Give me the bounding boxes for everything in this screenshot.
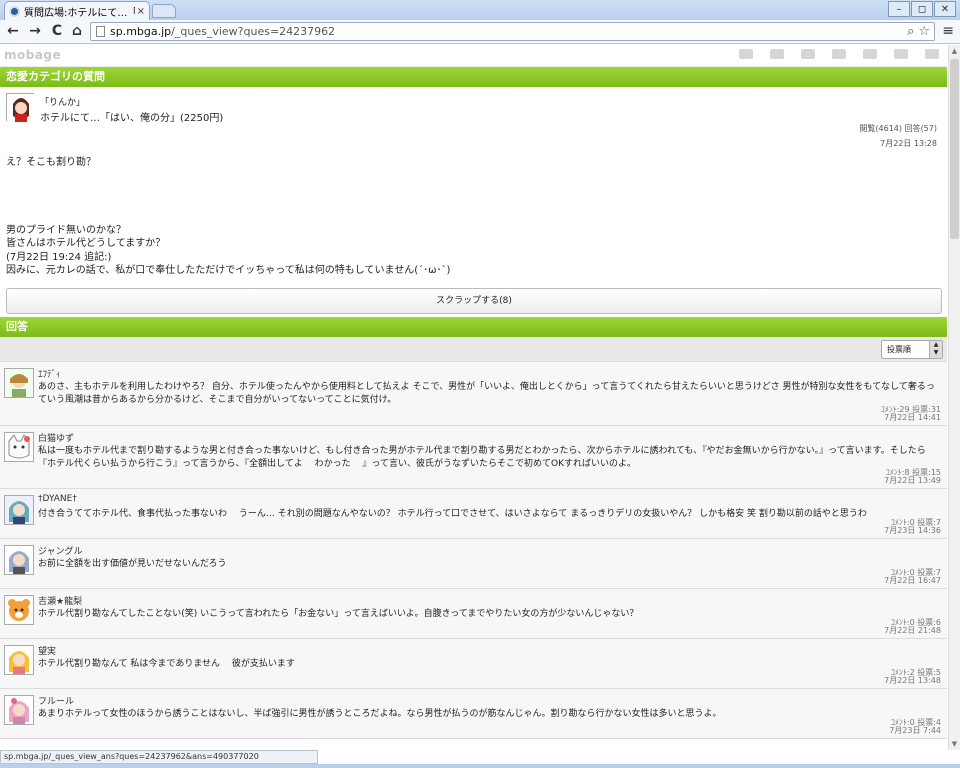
answer-text: あのさ、主もホテルを利用したわけやろ？ 自分、ホテル使ったんやから使用料として払… (38, 382, 935, 405)
avatar[interactable] (4, 368, 34, 398)
question-title: ホテルにて…「はい、俺の分」(2250円) (40, 113, 224, 124)
question-stats: 閲覧(4614) 回答(57) (859, 124, 937, 133)
answer-author[interactable]: 望実 (38, 644, 56, 657)
body-line: 男のプライド無いのかな？ (6, 224, 126, 236)
sort-select[interactable]: 投票順 ▲ ▼ (881, 340, 943, 359)
avatar[interactable] (4, 595, 34, 625)
avatar[interactable] (4, 432, 34, 462)
body-line: 皆さんはホテル代どうしてますか？ (6, 238, 166, 249)
answer-author[interactable]: ｴﾌﾃﾞｨ (38, 367, 61, 380)
game-icon[interactable] (863, 49, 877, 59)
book-icon[interactable] (832, 49, 846, 59)
answer-meta: ｺﾒﾝﾄ:0 投票:4 7月23日 7:44 (889, 718, 941, 735)
answer-author[interactable]: フルール (38, 694, 74, 707)
window-bottom-edge (0, 764, 960, 768)
window-titlebar: 質問広場:ホテルにて…「はい × – ◻ ✕ (0, 0, 960, 20)
body-line: え？そこも割り勘？ (6, 157, 96, 168)
body-line (6, 210, 450, 224)
browser-toolbar: ← → C ⌂ sp.mbga.jp/_ques_view?ques=24237… (0, 20, 960, 44)
browser-menu-icon[interactable]: ≡ (942, 23, 954, 39)
answer-item[interactable]: ジャングル お前に全額を出す価値が見いだせないんだろう ｺﾒﾝﾄ:0 投票:7 7… (0, 539, 947, 589)
answer-text: 付き合うててホテル代、食事代払った事ないわ うーん… それ別の問題なんやないの？… (38, 509, 867, 519)
car2-icon[interactable] (801, 49, 815, 59)
status-bar: sp.mbga.jp/_ques_view_ans?ques=24237962&… (0, 750, 318, 764)
sort-bar: 投票順 ▲ ▼ (0, 337, 947, 362)
page-icon (96, 26, 105, 37)
answer-text: ホテル代割り勘なんてしたことない(笑) いこうって言われたら「お金ない」って言え… (38, 609, 639, 619)
scroll-down-icon[interactable]: ▼ (949, 738, 960, 750)
scroll-thumb[interactable] (950, 59, 959, 239)
answer-text: ホテル代割り勘なんて 私は今までありません 彼が支払います (38, 659, 295, 669)
car-icon[interactable] (770, 49, 784, 59)
home-button[interactable]: ⌂ (68, 22, 86, 40)
body-line: 因みに、元カレの話で、私が口で奉仕したただけでイッちゃって私は何の特もしていませ… (6, 265, 451, 276)
page-content: mobage 恋愛カテゴリの質問 「りんか」 ホテルにて…「はい、俺の分」(22… (0, 45, 947, 750)
scroll-up-icon[interactable]: ▲ (949, 45, 960, 57)
answer-item[interactable]: †DYANE† 付き合うててホテル代、食事代払った事ないわ うーん… それ別の問… (0, 489, 947, 539)
answer-item[interactable]: 望実 ホテル代割り勘なんて 私は今までありません 彼が支払います ｺﾒﾝﾄ:2 … (0, 639, 947, 689)
avatar[interactable] (4, 545, 34, 575)
browser-tab[interactable]: 質問広場:ホテルにて…「はい × (4, 1, 150, 20)
body-line (6, 170, 450, 184)
new-tab-button[interactable] (152, 4, 176, 18)
menu-grid-icon[interactable] (925, 49, 939, 59)
answer-meta: ｺﾒﾝﾄ:0 投票:7 7月23日 14:36 (884, 518, 941, 535)
minimize-button[interactable]: – (888, 1, 910, 17)
answer-meta: ｺﾒﾝﾄ:0 投票:7 7月22日 16:47 (884, 568, 941, 585)
restore-button[interactable]: ◻ (911, 1, 933, 17)
address-bar[interactable]: sp.mbga.jp/_ques_view?ques=24237962 ⌕ ☆ (90, 22, 935, 41)
answer-meta: ｺﾒﾝﾄ:29 投票:31 7月22日 14:41 (880, 405, 941, 422)
body-line (6, 183, 450, 197)
answer-meta: ｺﾒﾝﾄ:2 投票:5 7月22日 13:48 (884, 668, 941, 685)
answer-item[interactable]: フルール あまりホテルって女性のほうから誘うことはないし、半ば強引に男性が誘うと… (0, 689, 947, 739)
tab-title: 質問広場:ホテルにて…「はい (24, 7, 135, 19)
site-favicon-icon (9, 5, 20, 17)
answer-author[interactable]: 白猫ゆず (38, 431, 74, 444)
pen-icon[interactable] (739, 49, 753, 59)
answer-text: お前に全額を出す価値が見いだせないんだろう (38, 559, 227, 569)
answer-text: あまりホテルって女性のほうから誘うことはないし、半ば強引に男性が誘うところだよね… (38, 709, 722, 719)
back-button[interactable]: ← (4, 22, 22, 40)
avatar[interactable] (4, 695, 34, 725)
close-window-button[interactable]: ✕ (934, 1, 956, 17)
answer-author[interactable]: †DYANE† (38, 494, 77, 504)
sort-arrows-icon: ▲ ▼ (929, 341, 942, 358)
forward-button[interactable]: → (26, 22, 44, 40)
answer-meta: ｺﾒﾝﾄ:8 投票:15 7月22日 13:49 (884, 468, 941, 485)
answer-author[interactable]: ジャングル (38, 544, 83, 557)
url-text: sp.mbga.jp/_ques_view?ques=24237962 (110, 25, 336, 38)
bookmark-star-icon[interactable]: ☆ (918, 24, 930, 39)
avatar[interactable] (4, 495, 34, 525)
question-author[interactable]: 「りんか」 (40, 95, 85, 108)
body-line (6, 197, 450, 211)
answer-item[interactable]: 白猫ゆず 私は一度もホテル代まで割り勘するような男と付き合った事ないけど、もし付… (0, 426, 947, 489)
answer-author[interactable]: 吉瀬★龍梨 (38, 594, 82, 607)
answer-item[interactable]: 吉瀬★龍梨 ホテル代割り勘なんてしたことない(笑) いこうって言われたら「お金な… (0, 589, 947, 639)
sort-label: 投票順 (887, 345, 911, 354)
close-tab-icon[interactable]: × (137, 6, 145, 17)
answers-section-header: 回答 (0, 317, 947, 337)
avatar[interactable] (6, 93, 35, 122)
answer-text: 私は一度もホテル代まで割り勘するような男と付き合った事ないけど、もし付き合った男… (38, 446, 926, 469)
avatar[interactable] (4, 645, 34, 675)
question-section-header: 恋愛カテゴリの質問 (0, 67, 947, 87)
question-card: 「りんか」 ホテルにて…「はい、俺の分」(2250円) 閲覧(4614) 回答(… (0, 87, 947, 314)
page-scrollbar[interactable]: ▲ ▼ (948, 45, 960, 750)
mobage-logo[interactable]: mobage (4, 48, 61, 62)
mail-icon[interactable] (894, 49, 908, 59)
scrap-button[interactable]: スクラップする(8) (6, 288, 942, 314)
search-icon[interactable]: ⌕ (907, 24, 914, 39)
question-date: 7月22日 13:28 (880, 139, 937, 148)
reload-button[interactable]: C (48, 22, 66, 40)
site-header: mobage (0, 45, 947, 67)
question-body: え？そこも割り勘？ 男のプライド無いのかな？ 皆さんはホテル代どうしてますか？ … (6, 156, 450, 278)
answer-item[interactable]: ｴﾌﾃﾞｨ あのさ、主もホテルを利用したわけやろ？ 自分、ホテル使ったんやから使… (0, 362, 947, 426)
answer-meta: ｺﾒﾝﾄ:0 投票:6 7月22日 21:48 (884, 618, 941, 635)
body-line: (7月22日 19:24 追記:) (6, 251, 112, 263)
